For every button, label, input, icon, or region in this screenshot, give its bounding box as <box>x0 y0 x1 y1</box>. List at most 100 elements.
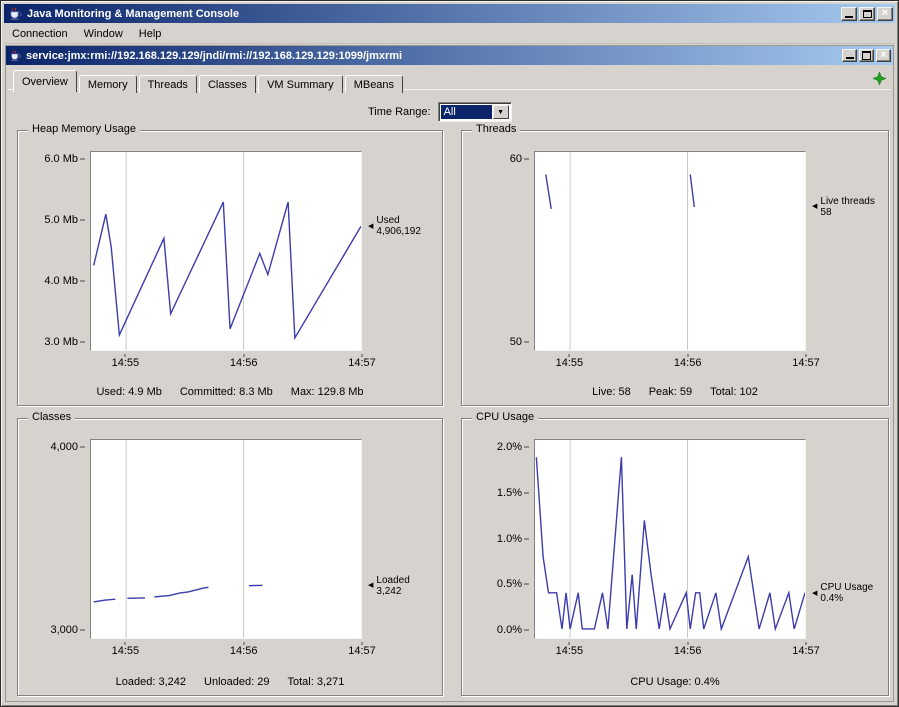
y-tick-mark <box>524 447 529 448</box>
menu-help[interactable]: Help <box>131 25 170 43</box>
y-tick-mark <box>80 158 85 159</box>
annotation-line: 0.4% <box>820 593 873 604</box>
y-tick-label: 4,000 <box>50 441 78 453</box>
classes-chart-svg <box>91 440 361 638</box>
chart-footer: Live: 58Peak: 59Total: 102 <box>462 386 888 398</box>
chart-stat: CPU Usage: 0.4% <box>630 676 719 688</box>
maximize-button[interactable] <box>859 7 875 21</box>
annotation-text: Used4,906,192 <box>376 215 421 237</box>
heap-chart-plot <box>90 151 362 351</box>
x-tick-label: 14:56 <box>674 645 702 657</box>
x-tick-mark <box>687 354 688 357</box>
main-titlebar: Java Monitoring & Management Console × <box>4 4 895 23</box>
chart-annotation: ◀ Loaded3,242 <box>368 575 410 597</box>
y-tick-mark <box>80 447 85 448</box>
x-axis: 14:5514:5614:57 <box>534 354 806 370</box>
tab-threads[interactable]: Threads <box>139 75 197 93</box>
y-axis: 2.0%1.5%1.0%0.5%0.0% <box>466 439 530 639</box>
window-controls: × <box>841 7 893 21</box>
chevron-down-icon: ▼ <box>497 109 504 116</box>
classes-chart-plot <box>90 439 362 639</box>
tab-classes[interactable]: Classes <box>199 75 256 93</box>
chart-annotation: ◀ Used4,906,192 <box>368 215 421 237</box>
close-button[interactable]: × <box>877 7 893 21</box>
close-icon: × <box>880 50 886 61</box>
y-tick-label: 3.0 Mb <box>44 336 78 348</box>
x-tick-mark <box>687 642 688 645</box>
minimize-icon <box>845 16 853 18</box>
menu-connection[interactable]: Connection <box>4 25 76 43</box>
annotation-line: 4,906,192 <box>376 226 421 237</box>
tab-overview[interactable]: Overview <box>13 70 77 92</box>
y-tick-label: 50 <box>510 336 522 348</box>
inner-minimize-button[interactable] <box>842 49 857 62</box>
inner-close-button[interactable]: × <box>876 49 891 62</box>
x-tick-label: 14:57 <box>792 645 820 657</box>
y-tick-label: 2.0% <box>497 441 522 453</box>
time-range-label: Time Range: <box>368 106 431 118</box>
chart-stat: Loaded: 3,242 <box>116 676 186 688</box>
x-tick-mark <box>362 642 363 645</box>
y-tick-mark <box>524 342 529 343</box>
y-tick-mark <box>524 629 529 630</box>
y-tick-mark <box>524 538 529 539</box>
inner-restore-button[interactable] <box>859 49 874 62</box>
x-tick-mark <box>125 642 126 645</box>
y-tick-label: 3,000 <box>50 624 78 636</box>
menu-window[interactable]: Window <box>76 25 131 43</box>
x-tick-label: 14:55 <box>112 357 140 369</box>
window-title: Java Monitoring & Management Console <box>27 8 841 20</box>
cpu-usage-panel: CPU Usage 2.0%1.5%1.0%0.5%0.0% 14:5514:5… <box>461 418 889 696</box>
x-tick-mark <box>362 354 363 357</box>
x-tick-label: 14:57 <box>348 357 376 369</box>
annotation-line: 3,242 <box>376 586 409 597</box>
connection-window-body: OverviewMemoryThreadsClassesVM SummaryMB… <box>6 65 893 701</box>
restore-icon <box>860 50 873 61</box>
annotation-line: Used <box>376 215 421 226</box>
series-line <box>154 587 208 596</box>
mdi-client-area: service:jmx:rmi://192.168.129.129/jndi/r… <box>5 45 894 702</box>
panel-title: Heap Memory Usage <box>28 123 140 135</box>
annotation-line: 58 <box>820 207 874 218</box>
tab-memory[interactable]: Memory <box>79 75 137 93</box>
panel-title: Classes <box>28 411 75 423</box>
minimize-icon <box>846 57 854 59</box>
x-tick-mark <box>569 642 570 645</box>
y-tick-mark <box>80 280 85 281</box>
chart-footer: CPU Usage: 0.4% <box>462 676 888 688</box>
tab-vm-summary[interactable]: VM Summary <box>258 75 343 93</box>
x-tick-label: 14:56 <box>230 645 258 657</box>
cpu-chart-plot <box>534 439 806 639</box>
connection-status-icon[interactable] <box>873 72 886 88</box>
chart-stat: Total: 102 <box>710 386 758 398</box>
cpu-chart-svg <box>535 440 805 638</box>
y-tick-label: 0.5% <box>497 578 522 590</box>
left-arrow-icon: ◀ <box>368 580 373 591</box>
time-range-select[interactable]: All ▼ <box>438 102 512 122</box>
series-line <box>536 457 805 629</box>
java-icon <box>8 6 23 21</box>
threads-chart-svg <box>535 152 805 350</box>
combo-dropdown-button[interactable]: ▼ <box>493 105 509 119</box>
x-tick-label: 14:57 <box>348 645 376 657</box>
minimize-button[interactable] <box>841 7 857 21</box>
y-axis: 6050 <box>466 151 530 351</box>
annotation-line: Live threads <box>820 196 874 207</box>
left-arrow-icon: ◀ <box>812 588 817 599</box>
chart-stat: Max: 129.8 Mb <box>291 386 364 398</box>
x-axis: 14:5514:5614:57 <box>90 642 362 658</box>
annotation-text: CPU Usage0.4% <box>820 582 873 604</box>
tab-mbeans[interactable]: MBeans <box>345 75 403 93</box>
heap-chart-svg <box>91 152 361 350</box>
menu-bar: ConnectionWindowHelp <box>4 24 895 44</box>
y-tick-mark <box>80 341 85 342</box>
green-status-icon <box>873 72 886 85</box>
x-tick-mark <box>125 354 126 357</box>
chart-annotation: ◀ CPU Usage0.4% <box>812 582 873 604</box>
chart-stat: Unloaded: 29 <box>204 676 269 688</box>
maximize-icon <box>863 10 872 18</box>
time-range-row: Time Range: All ▼ <box>368 102 512 122</box>
series-line <box>94 202 361 338</box>
time-range-value: All <box>441 105 492 119</box>
panel-title: CPU Usage <box>472 411 538 423</box>
